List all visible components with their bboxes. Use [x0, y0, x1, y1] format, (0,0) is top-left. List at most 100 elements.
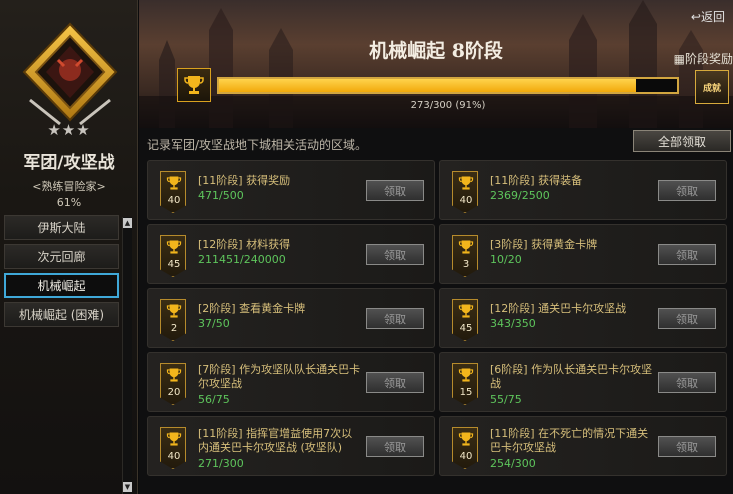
- category-scrollbar[interactable]: ▲ ▼: [122, 217, 132, 494]
- section-description: 记录军团/攻坚战地下城相关活动的区域。: [147, 138, 368, 152]
- claim-button[interactable]: 领取: [366, 244, 424, 265]
- progress-text: 273/300 (91%): [410, 100, 486, 111]
- category-label: 机械崛起: [37, 279, 86, 293]
- achievement-card: 40 [11阶段] 获得装备 2369/2500 领取: [439, 160, 727, 220]
- category-label: 次元回廊: [37, 250, 86, 264]
- rank-subtitle: <熟练冒险家>: [32, 180, 106, 193]
- rank-percent: 61%: [56, 196, 82, 209]
- trophy-icon: [161, 431, 186, 450]
- trophy-icon: [453, 175, 478, 194]
- achievement-title: [6阶段] 作为队长通关巴卡尔攻坚战: [490, 363, 653, 390]
- progress-fill: [219, 79, 636, 92]
- trophy-icon: [161, 175, 186, 194]
- achievement-title: [11阶段] 获得奖励: [198, 174, 291, 187]
- achievement-count: 55/75: [490, 393, 522, 406]
- achievement-count: 10/20: [490, 253, 522, 266]
- achievement-points: 40: [459, 451, 473, 462]
- achievement-main: ↩返回 机械崛起 8阶段 ▦阶段奖励 成就 273/300 (91%) 记录军团…: [139, 0, 733, 494]
- category-item-machine-rise-hard[interactable]: 机械崛起 (困难): [4, 302, 119, 327]
- achievement-count: 471/500: [198, 189, 244, 202]
- claim-button[interactable]: 领取: [658, 372, 716, 393]
- back-label: 返回: [700, 10, 725, 24]
- category-item-isles[interactable]: 伊斯大陆: [4, 215, 119, 240]
- claim-button[interactable]: 领取: [658, 308, 716, 329]
- category-item-dimension-corridor[interactable]: 次元回廊: [4, 244, 119, 269]
- achievement-title: [12阶段] 通关巴卡尔攻坚战: [490, 302, 627, 315]
- achievement-points: 15: [459, 387, 473, 398]
- scroll-up-icon[interactable]: ▲: [123, 218, 132, 228]
- achievement-card: 45 [12阶段] 材料获得 211451/240000 领取: [147, 224, 435, 284]
- stage-banner: ↩返回 机械崛起 8阶段 ▦阶段奖励 成就 273/300 (91%): [139, 0, 733, 128]
- claim-button[interactable]: 领取: [366, 372, 424, 393]
- achievement-count: 254/300: [490, 457, 536, 470]
- achievement-count: 37/50: [198, 317, 230, 330]
- reward-chest-icon: 成就: [702, 83, 721, 94]
- trophy-icon: [453, 367, 478, 386]
- claim-button[interactable]: 领取: [366, 436, 424, 457]
- rank-panel: ★★★ 军团/攻坚战 <熟练冒险家> 61% 伊斯大陆 次元回廊 机械崛起 机械…: [0, 0, 138, 494]
- trophy-badge-icon: 40: [452, 171, 478, 213]
- achievement-points: 20: [167, 387, 181, 398]
- achievement-title: [3阶段] 获得黄金卡牌: [490, 238, 598, 251]
- achievement-card: 20 [7阶段] 作为攻坚队队长通关巴卡尔攻坚战 56/75 领取: [147, 352, 435, 412]
- back-button[interactable]: ↩返回: [691, 8, 725, 25]
- return-icon: ↩: [690, 10, 701, 24]
- category-list: 伊斯大陆 次元回廊 机械崛起 机械崛起 (困难): [4, 215, 119, 331]
- achievement-card: 3 [3阶段] 获得黄金卡牌 10/20 领取: [439, 224, 727, 284]
- achievement-card: 2 [2阶段] 查看黄金卡牌 37/50 领取: [147, 288, 435, 348]
- achievement-title: [11阶段] 获得装备: [490, 174, 583, 187]
- achievement-points: 40: [459, 195, 473, 206]
- rank-emblem-icon: [20, 20, 120, 130]
- achievement-points: 3: [462, 259, 470, 270]
- claim-button[interactable]: 领取: [658, 244, 716, 265]
- category-label: 伊斯大陆: [37, 221, 86, 235]
- achievement-card: 45 [12阶段] 通关巴卡尔攻坚战 343/350 领取: [439, 288, 727, 348]
- rank-stars: ★★★: [47, 121, 91, 139]
- achievement-points: 45: [459, 323, 473, 334]
- achievement-points: 40: [167, 195, 181, 206]
- achievement-title: [2阶段] 查看黄金卡牌: [198, 302, 306, 315]
- trophy-badge-icon: 2: [160, 299, 186, 341]
- achievement-card: 15 [6阶段] 作为队长通关巴卡尔攻坚战 55/75 领取: [439, 352, 727, 412]
- achievement-title: [12阶段] 材料获得: [198, 238, 291, 251]
- achievement-points: 40: [167, 451, 181, 462]
- stage-trophy-icon: [177, 68, 211, 102]
- achievement-count: 211451/240000: [198, 253, 286, 266]
- achievement-count: 2369/2500: [490, 189, 550, 202]
- trophy-badge-icon: 40: [160, 171, 186, 213]
- stage-reward-button[interactable]: 成就: [695, 70, 729, 104]
- gift-icon: ▦: [673, 52, 685, 66]
- stage-title: 机械崛起 8阶段: [369, 40, 503, 62]
- trophy-icon: [453, 239, 478, 258]
- stage-reward-label: ▦阶段奖励: [673, 52, 733, 66]
- trophy-icon: [453, 431, 478, 450]
- achievement-points: 45: [167, 259, 181, 270]
- trophy-icon: [161, 367, 186, 386]
- achievement-title: [11阶段] 在不死亡的情况下通关巴卡尔攻坚战: [490, 427, 649, 454]
- claim-button[interactable]: 领取: [658, 436, 716, 457]
- claim-all-button[interactable]: 全部领取: [633, 130, 731, 152]
- claim-button[interactable]: 领取: [366, 180, 424, 201]
- claim-button[interactable]: 领取: [658, 180, 716, 201]
- claim-button[interactable]: 领取: [366, 308, 424, 329]
- rank-title: 军团/攻坚战: [23, 153, 115, 173]
- trophy-icon: [453, 303, 478, 322]
- achievement-card: 40 [11阶段] 在不死亡的情况下通关巴卡尔攻坚战 254/300 领取: [439, 416, 727, 476]
- achievement-title: [11阶段] 指挥官增益使用7次以内通关巴卡尔攻坚战 (攻坚队): [198, 427, 353, 454]
- trophy-badge-icon: 45: [452, 299, 478, 341]
- achievement-title: [7阶段] 作为攻坚队队长通关巴卡尔攻坚战: [198, 363, 361, 390]
- scroll-down-icon[interactable]: ▼: [123, 482, 132, 492]
- trophy-badge-icon: 15: [452, 363, 478, 405]
- achievement-card: 40 [11阶段] 指挥官增益使用7次以内通关巴卡尔攻坚战 (攻坚队) 271/30…: [147, 416, 435, 476]
- category-label: 机械崛起 (困难): [18, 308, 105, 322]
- category-item-machine-rise[interactable]: 机械崛起: [4, 273, 119, 298]
- achievement-points: 2: [170, 323, 178, 334]
- achievement-count: 56/75: [198, 393, 230, 406]
- trophy-icon: [161, 303, 186, 322]
- trophy-icon: [161, 239, 186, 258]
- achievement-count: 271/300: [198, 457, 244, 470]
- trophy-badge-icon: 20: [160, 363, 186, 405]
- trophy-badge-icon: 3: [452, 235, 478, 277]
- stage-progress-bar: [217, 77, 679, 94]
- trophy-badge-icon: 40: [160, 427, 186, 469]
